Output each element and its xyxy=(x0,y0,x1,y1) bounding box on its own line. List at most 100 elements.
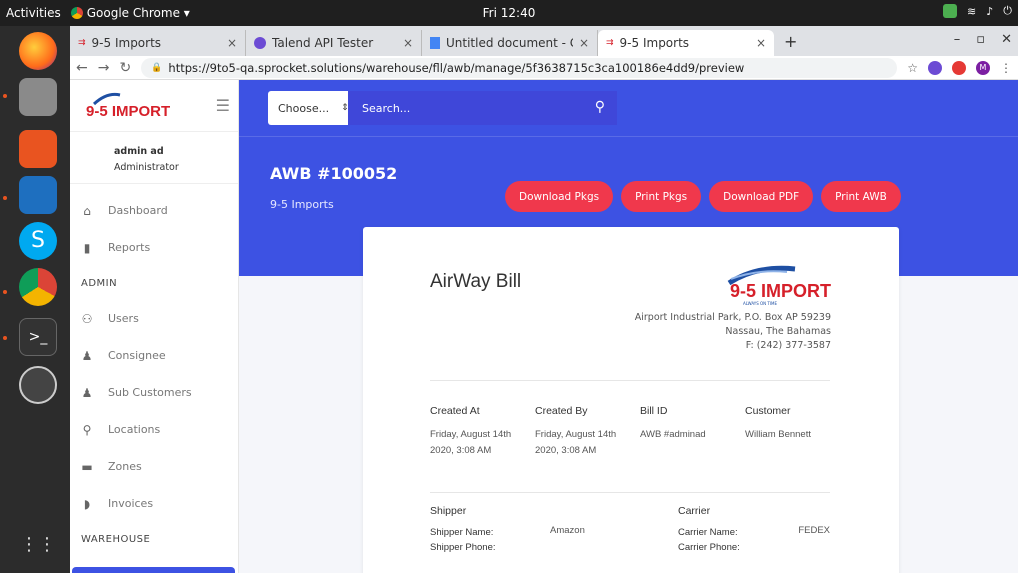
system-tray[interactable]: ≋ ♪ ⏻ xyxy=(943,4,1012,18)
files-icon[interactable] xyxy=(19,78,57,116)
terminal-icon[interactable]: >_ xyxy=(19,318,57,356)
print-awb-button[interactable]: Print AWB xyxy=(821,181,901,212)
firefox-icon[interactable] xyxy=(19,32,57,70)
favicon-icon: ⇉ xyxy=(78,38,86,48)
download-pkgs-button[interactable]: Download Pkgs xyxy=(505,181,614,212)
sidebar-item-locations[interactable]: ⚲ Locations xyxy=(70,411,238,448)
sidebar-item-label: Zones xyxy=(108,460,142,473)
software-icon[interactable] xyxy=(19,130,57,168)
url-text: https://9to5-qa.sprocket.solutions/wareh… xyxy=(168,60,745,75)
volume-icon: ♪ xyxy=(986,4,994,18)
hamburger-menu-icon[interactable]: ☰ xyxy=(216,96,230,115)
star-icon[interactable]: ☆ xyxy=(907,61,918,75)
tab-9-5-imports-active[interactable]: ⇉ 9-5 Imports × xyxy=(598,30,774,56)
sidebar-item-label: Locations xyxy=(108,423,161,436)
window-controls: – ▫ ✕ xyxy=(954,32,1012,47)
sidebar-item-consignee[interactable]: ♟ Consignee xyxy=(70,337,238,374)
maximize-icon[interactable]: ▫ xyxy=(976,32,985,47)
update-icon xyxy=(943,4,958,18)
address-line: Airport Industrial Park, P.O. Box AP 592… xyxy=(634,312,831,323)
customer: Customer William Bennett xyxy=(745,405,850,459)
close-icon[interactable]: × xyxy=(227,36,237,50)
search-icon[interactable]: ⚲ xyxy=(595,99,605,115)
sidebar-item-label: Invoices xyxy=(108,497,154,510)
created-at: Created At Friday, August 14th 2020, 3:0… xyxy=(430,405,535,459)
extension-icon[interactable] xyxy=(928,60,942,75)
company-logo-tagline: ALWAYS ON TIME xyxy=(743,301,778,306)
running-indicator xyxy=(3,94,7,98)
talend-icon xyxy=(254,37,266,49)
info-value: 2020, 3:08 AM xyxy=(430,445,492,456)
updater-icon[interactable] xyxy=(19,366,57,404)
wifi-icon: ≋ xyxy=(967,4,977,18)
user-icon: ♟ xyxy=(81,385,93,400)
dock: S >_ ⋮⋮ xyxy=(0,26,70,573)
info-label: Customer xyxy=(745,405,791,417)
address-line: Nassau, The Bahamas xyxy=(725,326,831,337)
sidebar-item-invoices[interactable]: ◗ Invoices xyxy=(70,485,238,522)
show-apps-icon[interactable]: ⋮⋮ xyxy=(19,526,57,564)
section-admin: ADMIN xyxy=(81,277,118,289)
url-input[interactable]: 🔒 https://9to5-qa.sprocket.solutions/war… xyxy=(141,57,898,78)
chrome-dock-icon[interactable] xyxy=(19,268,57,306)
print-pkgs-button[interactable]: Print Pkgs xyxy=(621,181,702,212)
bill-info: Created At Friday, August 14th 2020, 3:0… xyxy=(430,405,850,459)
company-logo-text: 9-5 IMPORT xyxy=(729,281,831,301)
profile-avatar[interactable]: M xyxy=(976,60,990,75)
section-warehouse: WAREHOUSE xyxy=(81,533,151,545)
info-value: William Bennett xyxy=(745,429,811,440)
carrier-name-label: Carrier Name: xyxy=(678,527,738,538)
shipper-phone-label: Shipper Phone: xyxy=(430,542,496,553)
skype-icon[interactable]: S xyxy=(19,222,57,260)
vscode-icon[interactable] xyxy=(19,176,57,214)
minimize-icon[interactable]: – xyxy=(954,32,961,47)
chrome-icon xyxy=(70,7,83,19)
close-icon[interactable]: × xyxy=(403,36,413,50)
user-info: admin ad Administrator xyxy=(70,132,238,184)
map-pin-icon: ⚲ xyxy=(82,422,92,437)
sidebar-item-label: Sub Customers xyxy=(108,386,192,399)
divider xyxy=(430,380,830,381)
reload-icon[interactable]: ↻ xyxy=(119,60,131,76)
forward-icon[interactable]: → xyxy=(98,60,110,76)
company-logo: 9-5 IMPORT ALWAYS ON TIME xyxy=(721,263,831,311)
sidebar-item-zones[interactable]: ▬ Zones xyxy=(70,448,238,485)
sidebar-item-label: Users xyxy=(108,312,139,325)
inbox-icon: ▬ xyxy=(81,459,93,474)
tab-talend[interactable]: Talend API Tester × xyxy=(246,30,422,56)
info-label: Created By xyxy=(535,405,588,417)
airway-bill-card: AirWay Bill 9-5 IMPORT ALWAYS ON TIME Ai… xyxy=(363,227,899,573)
back-icon[interactable]: ← xyxy=(76,60,88,76)
sidebar-item-reports[interactable]: ▮ Reports xyxy=(70,229,238,266)
browser-window: ⇉ 9-5 Imports × Talend API Tester × Unti… xyxy=(70,26,1018,573)
sidebar-item-users[interactable]: ⚇ Users xyxy=(70,300,238,337)
search-input[interactable]: Search... ⚲ xyxy=(348,91,617,125)
sidebar-item-label: Dashboard xyxy=(108,204,168,217)
close-icon[interactable]: × xyxy=(756,36,766,50)
file-icon: ▮ xyxy=(83,240,91,255)
company-address: Airport Industrial Park, P.O. Box AP 592… xyxy=(635,311,831,353)
menu-icon[interactable]: ⋮ xyxy=(1000,61,1012,75)
category-select[interactable]: Choose... ⇕ xyxy=(268,91,349,125)
extension-icon[interactable] xyxy=(952,60,966,75)
info-label: Created At xyxy=(430,405,480,417)
tab-untitled-document[interactable]: Untitled document - Goog × xyxy=(422,30,598,56)
user-role: Administrator xyxy=(114,162,179,173)
address-line: F: (242) 377-3587 xyxy=(745,340,831,351)
close-icon[interactable]: × xyxy=(579,36,589,50)
tab-strip: ⇉ 9-5 Imports × Talend API Tester × Unti… xyxy=(70,26,1018,56)
download-pdf-button[interactable]: Download PDF xyxy=(709,181,814,212)
activities-button[interactable]: Activities xyxy=(0,6,71,20)
close-window-icon[interactable]: ✕ xyxy=(1001,32,1012,47)
tab-title: Talend API Tester xyxy=(272,36,374,50)
active-menu-item[interactable] xyxy=(72,567,235,573)
users-icon: ⚇ xyxy=(81,311,93,326)
app-menu[interactable]: Google Chrome ▾ xyxy=(70,6,190,20)
search-bar: Choose... ⇕ Search... ⚲ xyxy=(268,91,617,125)
sidebar-item-sub-customers[interactable]: ♟ Sub Customers xyxy=(70,374,238,411)
new-tab-button[interactable]: + xyxy=(774,32,807,56)
tab-9-5-imports[interactable]: ⇉ 9-5 Imports × xyxy=(70,30,246,56)
running-indicator xyxy=(3,290,7,294)
sidebar-item-dashboard[interactable]: ⌂ Dashboard xyxy=(70,192,238,229)
os-top-bar: Activities Google Chrome ▾ Fri 12:40 ≋ ♪… xyxy=(0,0,1018,26)
